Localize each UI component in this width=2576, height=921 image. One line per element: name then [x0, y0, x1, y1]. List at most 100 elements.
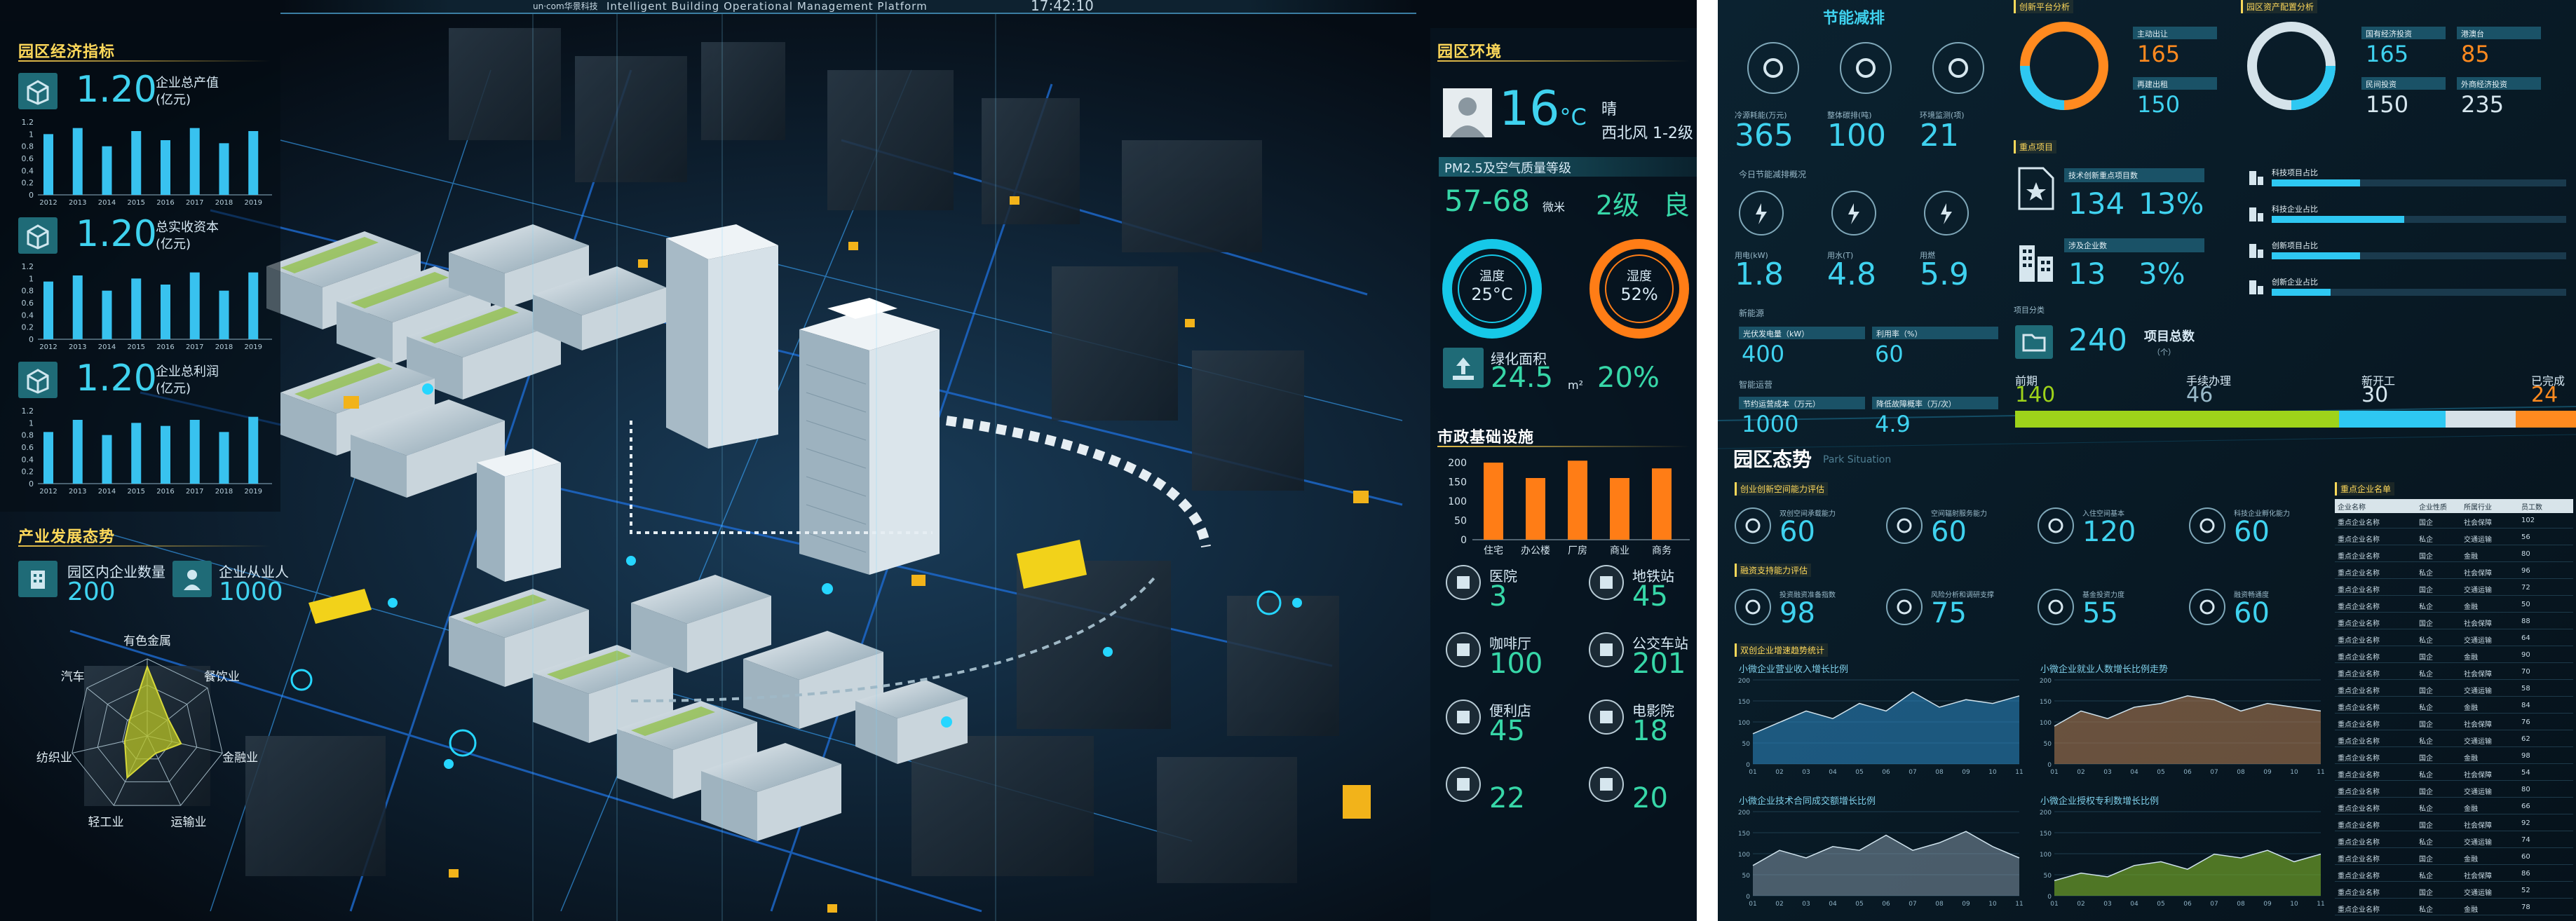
y-tick-label: 1	[29, 130, 34, 139]
economy-bar	[189, 420, 200, 484]
table-cell: 国企	[2419, 519, 2433, 527]
table-row[interactable]: 重点企业名称 私企 交通运输 62	[2335, 733, 2573, 747]
table-row[interactable]: 重点企业名称 国企 交通运输 72	[2335, 582, 2573, 596]
y-tick-label: 0	[29, 335, 34, 344]
table-row[interactable]: 重点企业名称 国企 交通运输 52	[2335, 885, 2573, 899]
x-tick-label: 办公楼	[1521, 545, 1550, 557]
economy-bar	[102, 290, 112, 339]
municipal-bar-chart: 200 150 100 50 0 住宅 办公楼 厂房 商业 商务	[1448, 458, 1690, 557]
table-row[interactable]: 重点企业名称 私企 社会保障 86	[2335, 868, 2573, 882]
table-cell: 70	[2521, 668, 2530, 676]
table-row[interactable]: 重点企业名称 私企 金融 50	[2335, 599, 2573, 613]
table-row[interactable]: 重点企业名称 私企 金融 84	[2335, 700, 2573, 714]
innovation-item-value: 165	[2137, 41, 2181, 67]
economy-metric-value: 1.20	[76, 213, 157, 255]
table-row[interactable]: 重点企业名称 国企 社会保障 92	[2335, 817, 2573, 831]
table-cell: 重点企业名称	[2338, 587, 2380, 594]
trend-chart-title: 小微企业技术合同成交额增长比例	[1739, 796, 1876, 807]
energy-mid-value: 5.9	[1920, 257, 1969, 292]
x-tick-label: 11	[2015, 901, 2023, 908]
economy-bar	[102, 435, 112, 484]
y-tick-label: 0	[2047, 762, 2052, 769]
key-project-bar-icon	[2246, 278, 2266, 297]
energy-top-value: 365	[1735, 118, 1794, 154]
stage-bar-procedure	[2339, 411, 2446, 428]
y-tick-label: 150	[1448, 477, 1467, 489]
y-tick-label: 1.2	[22, 118, 34, 127]
finance-eval-value: 60	[2234, 597, 2270, 629]
table-row[interactable]: 重点企业名称 国企 交通运输 58	[2335, 683, 2573, 697]
x-tick-label: 10	[1988, 901, 1997, 908]
energy-top-icon	[1840, 42, 1892, 94]
table-row[interactable]: 重点企业名称 私企 交通运输 64	[2335, 632, 2573, 646]
table-row[interactable]: 重点企业名称 国企 金融 80	[2335, 548, 2573, 562]
smart-ops-label: 智能运营	[1739, 380, 1773, 390]
project-total-unit: （个）	[2153, 348, 2176, 357]
y-tick-label: 50	[1742, 873, 1751, 880]
temp-ring-label: 温度	[1479, 269, 1505, 284]
x-tick-label: 2017	[186, 199, 203, 207]
table-header-cell: 所属行业	[2464, 504, 2492, 512]
facility-icon	[1589, 767, 1624, 802]
energy-mid-icon	[1924, 191, 1969, 236]
table-row[interactable]: 重点企业名称 私企 交通运输 56	[2335, 531, 2573, 545]
table-header-cell: 企业名称	[2338, 504, 2366, 512]
facility-value: 45	[1489, 715, 1525, 747]
economy-bar	[161, 285, 170, 339]
table-cell: 金融	[2464, 856, 2478, 864]
table-cell: 88	[2521, 618, 2530, 625]
table-row[interactable]: 重点企业名称 私企 社会保障 70	[2335, 666, 2573, 680]
y-tick-label: 0	[1460, 535, 1467, 546]
employee-value: 1000	[219, 578, 283, 606]
table-row[interactable]: 重点企业名称 私企 社会保障 96	[2335, 565, 2573, 579]
growth-trend-tag: 双创企业增速趋势统计	[1735, 643, 1829, 657]
table-row[interactable]: 重点企业名称 国企 社会保障 102	[2335, 514, 2573, 528]
table-cell: 金融	[2464, 603, 2478, 611]
table-cell: 78	[2521, 903, 2530, 911]
trend-chart-title: 小微企业就业人数增长比例走势	[2040, 664, 2169, 675]
table-row[interactable]: 重点企业名称 国企 交通运输 80	[2335, 784, 2573, 798]
table-row[interactable]: 重点企业名称 国企 金融 98	[2335, 750, 2573, 764]
table-row[interactable]: 重点企业名称 国企 金融 60	[2335, 851, 2573, 865]
x-tick-label: 2018	[215, 199, 233, 207]
table-row[interactable]: 重点企业名称 私企 交通运输 74	[2335, 834, 2573, 848]
stage-bar-done	[2516, 411, 2576, 428]
x-tick-label: 2016	[156, 488, 174, 496]
table-row[interactable]: 重点企业名称 私企 金融 66	[2335, 800, 2573, 814]
aqi-label: PM2.5及空气质量等级	[1444, 161, 1572, 176]
table-cell: 金融	[2464, 553, 2478, 561]
table-row[interactable]: 重点企业名称 国企 社会保障 76	[2335, 716, 2573, 730]
table-cell: 重点企业名称	[2338, 519, 2380, 527]
table-cell: 84	[2521, 702, 2530, 709]
economy-metric-icon	[18, 73, 57, 109]
table-cell: 社会保障	[2464, 873, 2492, 880]
pm-range: 57-68	[1444, 184, 1531, 218]
x-tick-label: 商务	[1652, 545, 1672, 557]
y-tick-label: 150	[1738, 699, 1750, 706]
x-tick-label: 商业	[1610, 545, 1629, 557]
table-cell: 重点企业名称	[2338, 688, 2380, 695]
x-tick-label: 02	[1775, 901, 1783, 908]
environment-title: 园区环境	[1437, 43, 1503, 61]
x-tick-label: 04	[1829, 901, 1837, 908]
industry-title-line	[18, 545, 271, 547]
table-row[interactable]: 重点企业名称 国企 金融 90	[2335, 649, 2573, 663]
x-tick-label: 住宅	[1484, 545, 1503, 557]
weather-avatar	[1443, 88, 1492, 137]
table-cell: 重点企业名称	[2338, 536, 2380, 544]
table-row[interactable]: 重点企业名称 国企 社会保障 88	[2335, 615, 2573, 629]
space-eval-value: 60	[1931, 516, 1967, 548]
y-tick-label: 100	[2040, 852, 2052, 859]
table-row[interactable]: 重点企业名称 私企 金融 78	[2335, 901, 2573, 915]
key-project-bar-fill	[2272, 216, 2404, 223]
smart-ops-item-value: 4.9	[1875, 411, 1911, 437]
economy-bar	[248, 416, 259, 484]
finance-eval-icon	[2189, 589, 2225, 625]
trend-area	[1753, 692, 2019, 764]
table-cell: 交通运输	[2464, 587, 2492, 594]
economy-bar	[189, 128, 200, 195]
economy-bar	[72, 420, 83, 484]
table-row[interactable]: 重点企业名称 私企 社会保障 54	[2335, 767, 2573, 781]
x-tick-label: 08	[2237, 901, 2245, 908]
table-cell: 社会保障	[2464, 822, 2492, 830]
